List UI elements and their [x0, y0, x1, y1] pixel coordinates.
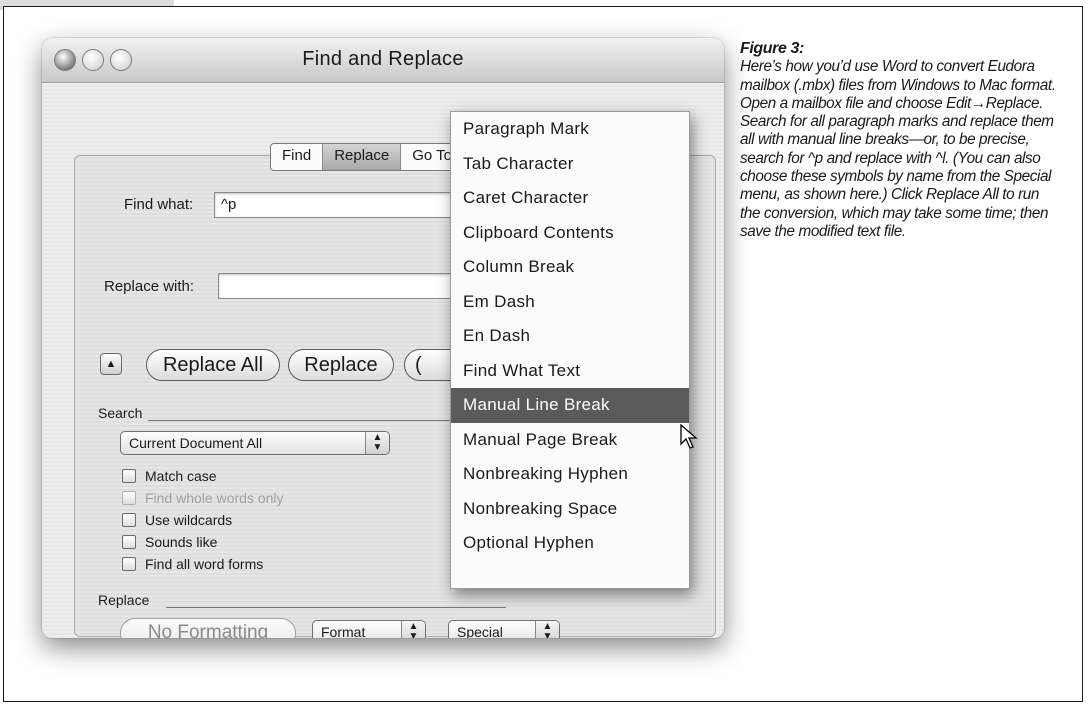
- option-word-forms[interactable]: Find all word forms: [122, 556, 263, 572]
- updown-arrows-icon: ▲ ▼: [535, 621, 559, 638]
- menu-item-column-break[interactable]: Column Break: [451, 250, 689, 285]
- menu-item-tab-character[interactable]: Tab Character: [451, 147, 689, 182]
- special-menu: Paragraph Mark Tab Character Caret Chara…: [450, 111, 690, 589]
- option-use-wildcards[interactable]: Use wildcards: [122, 512, 232, 528]
- option-label: Use wildcards: [145, 512, 233, 528]
- special-select[interactable]: Special ▲ ▼: [448, 620, 560, 638]
- menu-item-en-dash[interactable]: En Dash: [451, 319, 689, 354]
- caption-title: Figure 3:: [740, 40, 804, 57]
- replace-heading: Replace: [98, 592, 150, 608]
- option-label: Sounds like: [145, 534, 218, 550]
- option-whole-words: Find whole words only: [122, 490, 284, 506]
- checkbox[interactable]: [122, 557, 136, 571]
- menu-item-em-dash[interactable]: Em Dash: [451, 285, 689, 320]
- arrow-cursor-icon: [680, 424, 698, 449]
- updown-arrows-icon: ▲ ▼: [401, 621, 425, 638]
- menu-item-paragraph-mark[interactable]: Paragraph Mark: [451, 112, 689, 147]
- option-sounds-like[interactable]: Sounds like: [122, 534, 217, 550]
- menu-item-manual-page-break[interactable]: Manual Page Break: [451, 423, 689, 458]
- menu-item-nonbreaking-hyphen[interactable]: Nonbreaking Hyphen: [451, 457, 689, 492]
- special-label: Special: [457, 624, 503, 638]
- caption-body: Here’s how you’d use Word to convert Eud…: [740, 58, 1056, 240]
- menu-item-nonbreaking-space[interactable]: Nonbreaking Space: [451, 492, 689, 527]
- option-label: Find whole words only: [145, 490, 284, 506]
- menu-item-caret-character[interactable]: Caret Character: [451, 181, 689, 216]
- option-match-case[interactable]: Match case: [122, 468, 217, 484]
- option-label: Match case: [145, 468, 217, 484]
- replace-divider: [166, 607, 506, 608]
- titlebar: Find and Replace: [42, 38, 724, 83]
- search-heading: Search: [98, 405, 143, 421]
- search-scope-select[interactable]: Current Document All ▲ ▼: [120, 431, 390, 455]
- option-label: Find all word forms: [145, 556, 264, 572]
- checkbox[interactable]: [122, 513, 136, 527]
- search-scope-value: Current Document All: [129, 435, 263, 451]
- tab-find[interactable]: Find: [271, 144, 324, 170]
- format-label: Format: [321, 624, 366, 638]
- tab-bar: Find Replace Go To: [270, 143, 464, 171]
- format-select[interactable]: Format ▲ ▼: [312, 620, 426, 638]
- updown-arrows-icon: ▲ ▼: [365, 432, 389, 454]
- find-what-label: Find what:: [124, 196, 194, 213]
- triangle-up-icon[interactable]: ▲: [100, 353, 122, 375]
- replace-with-label: Replace with:: [104, 278, 195, 295]
- replace-all-button[interactable]: Replace All: [146, 349, 280, 381]
- replace-button[interactable]: Replace: [288, 349, 394, 381]
- checkbox[interactable]: [122, 535, 136, 549]
- menu-item-optional-hyphen[interactable]: Optional Hyphen: [451, 526, 689, 561]
- window-title: Find and Replace: [302, 48, 464, 70]
- no-formatting-button: No Formatting: [120, 618, 296, 638]
- figure-caption: Figure 3: Here’s how you’d use Word to c…: [740, 40, 1060, 241]
- tab-replace[interactable]: Replace: [323, 144, 402, 170]
- menu-item-find-what-text[interactable]: Find What Text: [451, 354, 689, 389]
- checkbox: [122, 491, 136, 505]
- menu-item-clipboard-contents[interactable]: Clipboard Contents: [451, 216, 689, 251]
- checkbox[interactable]: [122, 469, 136, 483]
- menu-item-manual-line-break[interactable]: Manual Line Break: [451, 388, 689, 423]
